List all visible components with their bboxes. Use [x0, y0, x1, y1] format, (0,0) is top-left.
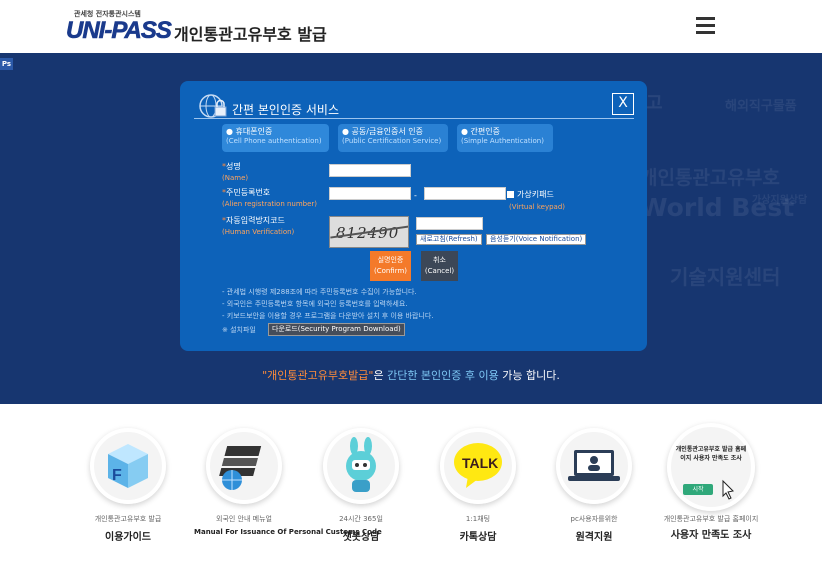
name-label: *성명 (Name): [222, 162, 249, 182]
refresh-button[interactable]: 새로고침(Refresh): [416, 234, 482, 245]
svg-text:TALK: TALK: [462, 455, 498, 471]
tab-label: 휴대폰인증: [235, 127, 273, 136]
cube-f-icon: F: [90, 428, 166, 504]
tab-label: 간편인증: [470, 127, 500, 136]
laptop-icon: [556, 428, 632, 504]
download-button[interactable]: 다운로드(Security Program Download): [268, 323, 405, 336]
tab-certificate-auth[interactable]: ● 공동/금융인증서 인증 (Public Certification Serv…: [338, 124, 448, 152]
reg-number-back-input[interactable]: [424, 187, 506, 200]
tagline: "개인통관고유부호발급"은 간단한 본인인증 후 이용 가능 합니다.: [262, 369, 560, 382]
service-manual[interactable]: 외국인 안내 메뉴얼 Manual For Issuance Of Person…: [194, 428, 382, 537]
bg-word: 기술지원센터: [670, 265, 781, 289]
talk-bubble-icon: TALK: [440, 428, 516, 504]
menu-icon[interactable]: [696, 17, 715, 34]
name-input[interactable]: [329, 164, 411, 177]
reg-number-label: *주민등록번호 (Alien registration number): [222, 188, 318, 208]
tab-simple-auth[interactable]: ● 간편인증 (Simple Authentication): [457, 124, 553, 152]
virtual-keypad-checkbox[interactable]: 가상키패드 (Virtual keypad): [507, 189, 565, 211]
confirm-button[interactable]: 실명인증 (Confirm): [370, 251, 411, 281]
reg-number-front-input[interactable]: [329, 187, 411, 200]
bg-word: 가상지원상담: [752, 195, 808, 206]
cancel-button[interactable]: 취소 (Cancel): [421, 251, 458, 281]
reg-dash: -: [414, 191, 417, 200]
svg-text:F: F: [112, 467, 122, 484]
tab-label-en: (Public Certification Service): [342, 137, 442, 145]
captcha-image: 812490: [329, 216, 409, 248]
service-chatbot[interactable]: 24시간 365일 챗봇상담: [311, 428, 411, 543]
service-kakaotalk[interactable]: TALK 1:1채팅 카톡상담: [428, 428, 528, 543]
tab-label-en: (Cell Phone authentication): [226, 137, 322, 145]
page-title: 개인통관고유부호 발급: [174, 25, 327, 44]
site-header: 관세청 전자통관시스템 UNI-PASS 개인통관고유부호 발급: [0, 0, 822, 53]
captcha-label: *자동입력방지코드 (Human Verification): [222, 216, 295, 236]
install-label: ※ 설치파일: [222, 326, 256, 334]
notice-text: - 외국인은 주민등록번호 항목에 외국인 등록번호를 입력하세요.: [222, 300, 408, 308]
voice-button[interactable]: 음성듣기(Voice Notification): [486, 234, 587, 245]
service-guide[interactable]: F 개인통관고유부호 발급 이용가이드: [78, 428, 178, 543]
divider: [194, 118, 634, 119]
tab-label-en: (Simple Authentication): [461, 137, 544, 145]
service-remote-support[interactable]: pc사용자를위한 원격지원: [544, 428, 644, 543]
notice-text: - 키보드보안을 이용할 경우 프로그램을 다운받아 설치 후 이용 바랍니다.: [222, 312, 434, 320]
service-survey[interactable]: 개인통관고유부호 발급 홈페이지 사용자 만족도 조사 시작 개인통관고유부호 …: [661, 423, 761, 541]
modal-title: 간편 본인인증 서비스: [232, 103, 339, 117]
hero-banner: 해외직구물품 개인통관고유부호 World Best 기술지원센터 가상지원상담…: [0, 53, 822, 404]
bg-word: 고: [646, 93, 663, 114]
bg-word: 개인통관고유부호: [640, 167, 780, 189]
survey-icon: 개인통관고유부호 발급 홈페이지 사용자 만족도 조사 시작: [667, 423, 755, 511]
globe-lock-icon: [198, 93, 228, 119]
bg-word: 해외직구물품: [725, 99, 797, 114]
tab-cellphone-auth[interactable]: ● 휴대폰인증 (Cell Phone authentication): [222, 124, 329, 152]
unipass-logo[interactable]: 관세청 전자통관시스템 UNI-PASS 개인통관고유부호 발급: [66, 9, 336, 45]
robot-icon: [323, 428, 399, 504]
tab-label: 공동/금융인증서 인증: [351, 127, 424, 136]
notice-text: - 관세법 시행령 제288조에 따라 주민등록번호 수집이 가능합니다.: [222, 288, 417, 296]
ps-badge: Ps: [0, 58, 13, 70]
close-button[interactable]: X: [612, 93, 634, 115]
checkbox-icon: [507, 191, 514, 198]
auth-modal: 간편 본인인증 서비스 X ● 휴대폰인증 (Cell Phone authen…: [180, 81, 647, 351]
logo-brand: UNI-PASS: [66, 17, 173, 45]
captcha-input[interactable]: [416, 217, 483, 230]
book-globe-icon: [206, 428, 282, 504]
